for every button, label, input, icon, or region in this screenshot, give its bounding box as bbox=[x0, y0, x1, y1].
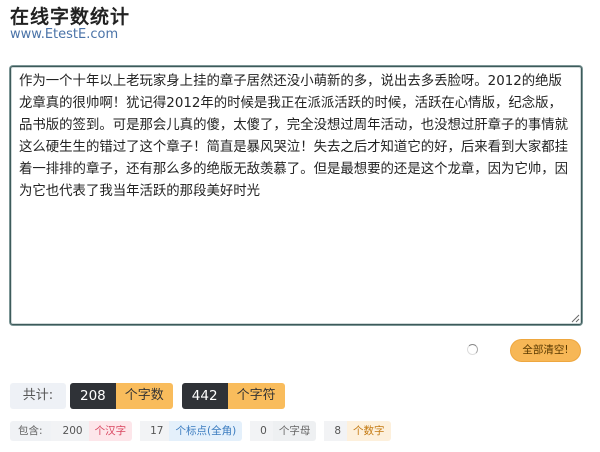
han-count-value: 200 bbox=[50, 421, 89, 441]
total-stats: 共计: 208 个字数 442 个字符 bbox=[10, 383, 285, 409]
clear-all-button[interactable]: 全部清空! bbox=[510, 339, 581, 362]
punctuation-count-value: 17 bbox=[140, 421, 170, 441]
digit-count-unit: 个数字 bbox=[347, 421, 391, 441]
letter-count-unit: 个字母 bbox=[272, 421, 317, 441]
han-count-unit: 个汉字 bbox=[88, 421, 133, 441]
word-count-unit: 个字数 bbox=[115, 383, 173, 409]
loading-spinner-icon bbox=[467, 344, 478, 355]
char-count-badge: 442 个字符 bbox=[181, 383, 285, 409]
detail-label: 包含: bbox=[10, 421, 51, 441]
letter-count-value: 0 bbox=[250, 421, 273, 441]
page-title: 在线字数统计 bbox=[10, 6, 131, 28]
digit-count-value: 8 bbox=[324, 421, 348, 441]
site-url-link[interactable]: www.EtestE.com bbox=[10, 27, 118, 42]
word-count-value: 208 bbox=[70, 383, 116, 409]
resize-handle-icon[interactable] bbox=[571, 314, 580, 323]
punctuation-count-unit: 个标点(全角) bbox=[169, 421, 243, 441]
text-input-area[interactable]: 作为一个十年以上老玩家身上挂的章子居然还没小萌新的多，说出去多丢脸呀。2012的… bbox=[10, 66, 582, 325]
char-count-unit: 个字符 bbox=[227, 383, 285, 409]
word-count-badge: 208 个字数 bbox=[70, 383, 173, 409]
char-count-value: 442 bbox=[181, 383, 228, 409]
total-label: 共计: bbox=[10, 383, 66, 409]
detail-stats: 包含: 200 个汉字 17 个标点(全角) 0 个字母 8 个数字 bbox=[10, 421, 391, 441]
